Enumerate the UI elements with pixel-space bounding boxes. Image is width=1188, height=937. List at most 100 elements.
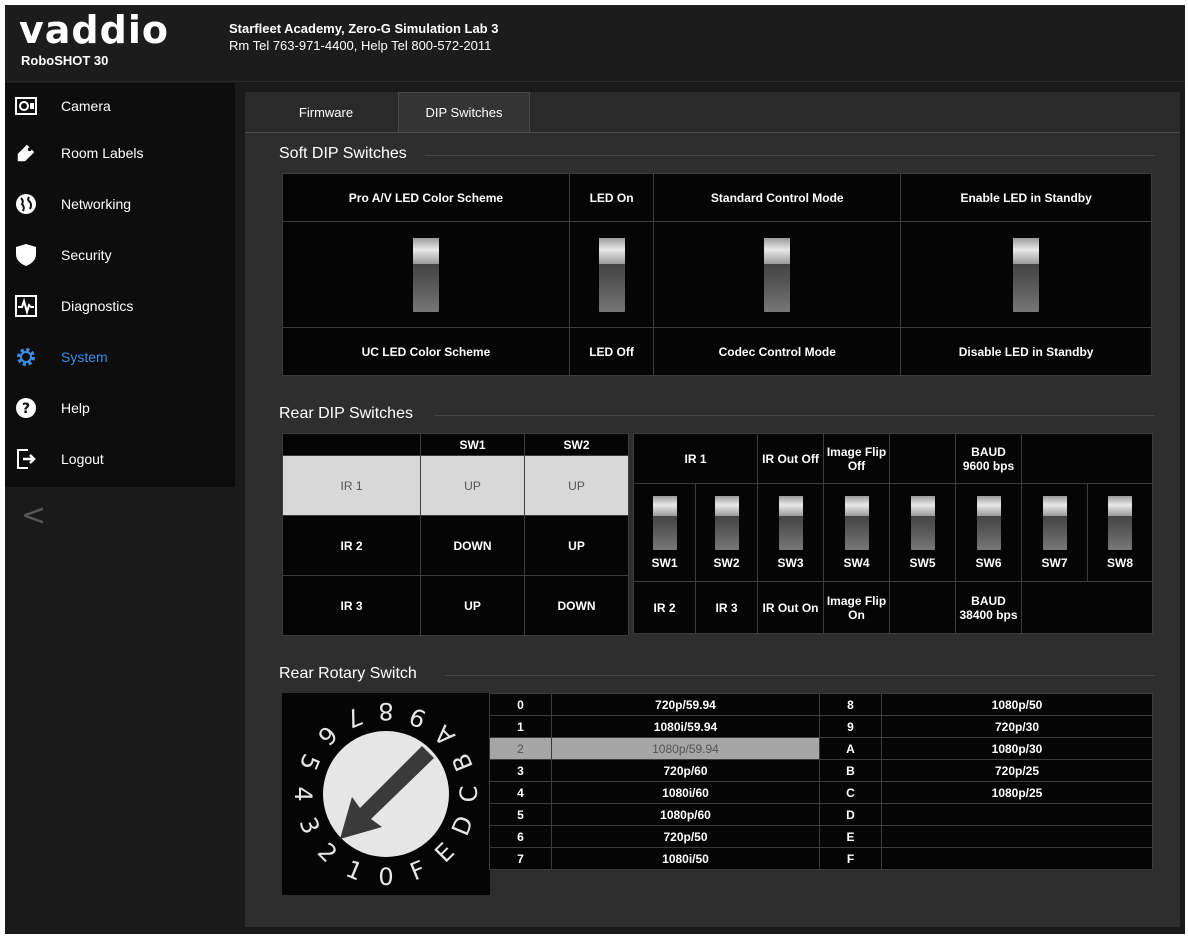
table-row[interactable]: IR 2 DOWN UP — [282, 515, 629, 576]
soft-switch-4-up-label: Enable LED in Standby — [900, 173, 1152, 222]
dip-top-blank — [1021, 433, 1153, 484]
table-row[interactable]: 2 1080p/59.94 A 1080p/30 — [489, 737, 1153, 760]
rotary-format: 1080p/60 — [551, 803, 820, 826]
dial-digit: 5 — [293, 750, 325, 775]
sw2-position: UP — [524, 455, 629, 516]
dip-toggle[interactable] — [652, 495, 677, 550]
table-row[interactable]: 7 1080i/50 F — [489, 847, 1153, 870]
rear-switch-6[interactable]: SW6 — [955, 483, 1022, 582]
tab-firmware[interactable]: Firmware — [281, 92, 371, 132]
sidebar-item-room-labels[interactable]: Room Labels — [5, 130, 235, 176]
soft-switch-1[interactable] — [282, 221, 570, 328]
dip-toggle[interactable] — [910, 495, 935, 550]
dip-toggle[interactable] — [412, 237, 439, 312]
sidebar-item-security[interactable]: Security — [5, 232, 235, 278]
sidebar-item-diagnostics[interactable]: Diagnostics — [5, 283, 235, 329]
soft-switch-2[interactable] — [568, 221, 655, 328]
sidebar-item-label: Camera — [61, 98, 111, 114]
dial-digit: 7 — [342, 701, 367, 733]
rotary-format — [881, 803, 1153, 826]
table-row[interactable]: 5 1080p/60 D — [489, 803, 1153, 826]
dip-bottom-ir-out-on: IR Out On — [757, 581, 824, 634]
dial-digit: 3 — [293, 813, 325, 838]
soft-switch-4-down-label: Disable LED in Standby — [900, 327, 1152, 376]
dip-toggle[interactable] — [976, 495, 1001, 550]
globe-icon — [15, 193, 37, 215]
sidebar-item-logout[interactable]: Logout — [5, 436, 235, 482]
switch-name: SW7 — [1041, 555, 1068, 570]
sidebar-item-label: System — [61, 349, 108, 365]
tab-dip-switches[interactable]: DIP Switches — [398, 92, 530, 132]
rear-switch-3[interactable]: SW3 — [757, 483, 824, 582]
sidebar-item-help[interactable]: ? Help — [5, 385, 235, 431]
gear-icon — [15, 346, 37, 368]
dip-toggle[interactable] — [1042, 495, 1067, 550]
rear-switch-5[interactable]: SW5 — [889, 483, 956, 582]
soft-switch-1-down-label: UC LED Color Scheme — [282, 327, 570, 376]
switch-name: SW1 — [651, 555, 678, 570]
table-row[interactable]: 0 720p/59.94 8 1080p/50 — [489, 693, 1153, 716]
sw2-position: DOWN — [524, 575, 629, 636]
image-flip-on: On — [848, 607, 865, 622]
sw2-position: UP — [524, 515, 629, 576]
sidebar-item-system[interactable]: System — [5, 334, 235, 380]
shield-icon — [15, 244, 37, 266]
sidebar-item-label: Networking — [61, 196, 132, 212]
dip-bottom-ir3: IR 3 — [695, 581, 758, 634]
rear-switch-1[interactable]: SW1 — [633, 483, 696, 582]
dip-toggle[interactable] — [714, 495, 739, 550]
dip-toggle[interactable] — [1013, 237, 1040, 312]
sidebar-item-label: Security — [61, 247, 112, 263]
rotary-format: 1080p/50 — [881, 693, 1153, 716]
collapse-sidebar-button[interactable]: < — [21, 498, 46, 533]
table-row[interactable]: IR 1 UP UP — [282, 455, 629, 516]
soft-switch-4[interactable] — [900, 221, 1152, 328]
rotary-position: 4 — [489, 781, 552, 804]
dip-toggle[interactable] — [778, 495, 803, 550]
rotary-dial[interactable]: 0123 4 56789ABCDEF — [282, 693, 490, 895]
table-row[interactable]: IR 3 UP DOWN — [282, 575, 629, 636]
vaddio-logo: vaddio — [19, 8, 169, 52]
dial-digit: 4 — [289, 786, 317, 801]
table-row[interactable]: 1 1080i/59.94 9 720p/30 — [489, 715, 1153, 738]
table-row[interactable]: 3 720p/60 B 720p/25 — [489, 759, 1153, 782]
dip-toggle[interactable] — [598, 237, 625, 312]
rotary-format: 1080p/30 — [881, 737, 1153, 760]
sidebar-item-camera[interactable]: Camera — [5, 83, 235, 129]
dial-digit: B — [447, 749, 479, 775]
rear-switch-2[interactable]: SW2 — [695, 483, 758, 582]
rotary-format: 720p/59.94 — [551, 693, 820, 716]
tag-icon — [15, 142, 37, 164]
soft-dip-title: Soft DIP Switches — [279, 145, 407, 162]
rotary-format: 720p/30 — [881, 715, 1153, 738]
table-row[interactable]: 6 720p/50 E — [489, 825, 1153, 848]
baud-label: BAUD — [971, 444, 1006, 459]
rotary-format: 1080i/50 — [551, 847, 820, 870]
dip-toggle[interactable] — [764, 237, 791, 312]
divider — [445, 675, 1155, 676]
table-row[interactable]: 4 1080i/60 C 1080p/25 — [489, 781, 1153, 804]
dip-toggle[interactable] — [844, 495, 869, 550]
dip-top-baud: BAUD 9600 bps — [955, 433, 1022, 484]
rear-switch-7[interactable]: SW7 — [1021, 483, 1088, 582]
dip-top-image-flip: Image Flip Off — [823, 433, 890, 484]
rear-switch-4[interactable]: SW4 — [823, 483, 890, 582]
question-icon: ? — [15, 397, 37, 419]
ir-mode-table: SW1 SW2 IR 1 UP UP IR 2 DOWN UP IR 3 UP … — [282, 433, 629, 636]
rotary-table: 0 720p/59.94 8 1080p/50 1 1080i/59.94 9 720p/30… — [489, 693, 1153, 870]
sidebar-item-networking[interactable]: Networking — [5, 181, 235, 227]
ir-header-blank — [282, 433, 421, 456]
sidebar-item-label: Logout — [61, 451, 104, 467]
rear-switch-8[interactable]: SW8 — [1087, 483, 1153, 582]
soft-switch-3[interactable] — [653, 221, 902, 328]
rotary-position: 8 — [819, 693, 882, 716]
dip-toggle[interactable] — [1108, 495, 1132, 550]
camera-icon — [15, 95, 37, 117]
rotary-position: 7 — [489, 847, 552, 870]
dial-digit: 6 — [312, 720, 343, 751]
divider — [425, 155, 1155, 156]
dip-top-ir-out-off: IR Out Off — [757, 433, 824, 484]
rotary-format: 720p/50 — [551, 825, 820, 848]
dial-digit: D — [446, 812, 479, 840]
rotary-position: C — [819, 781, 882, 804]
